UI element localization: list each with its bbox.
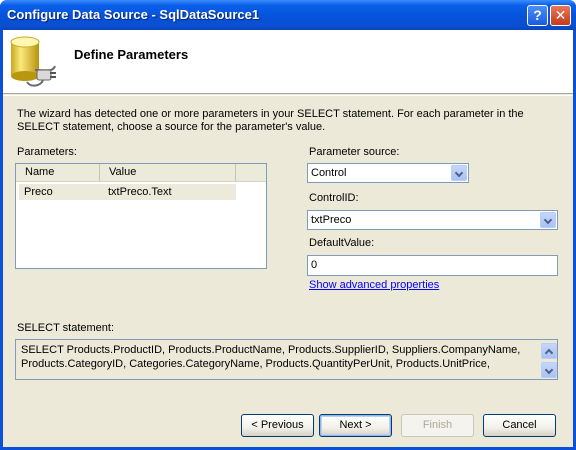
parameters-list[interactable]: Name Value Preco txtPreco.Text bbox=[15, 163, 267, 269]
finish-button[interactable]: Finish bbox=[401, 414, 474, 437]
dialog-body: Define Parameters The wizard has detecte… bbox=[3, 30, 573, 447]
cancel-button[interactable]: Cancel bbox=[483, 414, 556, 437]
window-title: Configure Data Source - SqlDataSource1 bbox=[7, 7, 260, 22]
select-statement-label: SELECT statement: bbox=[17, 322, 115, 334]
control-id-label: ControlID: bbox=[309, 192, 359, 204]
scroll-down-icon[interactable] bbox=[541, 362, 557, 378]
list-item[interactable]: Preco txtPreco.Text bbox=[19, 184, 236, 200]
wizard-header: Define Parameters bbox=[3, 30, 573, 94]
previous-button[interactable]: < Previous bbox=[241, 414, 314, 437]
parameters-list-header: Name Value bbox=[16, 164, 266, 182]
chevron-down-icon[interactable] bbox=[451, 165, 467, 181]
select-statement-text: SELECT Products.ProductID, Products.Prod… bbox=[21, 344, 521, 370]
database-plug-icon bbox=[7, 34, 65, 90]
scroll-up-icon[interactable] bbox=[541, 343, 557, 359]
close-button[interactable]: ✕ bbox=[550, 5, 571, 26]
parameters-label: Parameters: bbox=[17, 146, 77, 158]
select-statement-box[interactable]: SELECT Products.ProductID, Products.Prod… bbox=[15, 339, 558, 380]
default-value-text: 0 bbox=[311, 259, 318, 271]
parameter-name: Preco bbox=[24, 186, 53, 198]
parameter-value: txtPreco.Text bbox=[108, 186, 172, 198]
next-button[interactable]: Next > bbox=[319, 414, 392, 437]
default-value-label: DefaultValue: bbox=[309, 237, 375, 249]
chevron-down-icon[interactable] bbox=[540, 212, 556, 228]
header-divider bbox=[3, 95, 573, 96]
parameter-source-dropdown[interactable]: Control bbox=[307, 163, 469, 183]
column-header-name[interactable]: Name bbox=[16, 164, 100, 181]
parameter-source-label: Parameter source: bbox=[309, 146, 400, 158]
control-id-dropdown[interactable]: txtPreco bbox=[307, 210, 558, 230]
control-id-value: txtPreco bbox=[311, 214, 352, 226]
title-bar[interactable]: Configure Data Source - SqlDataSource1 ?… bbox=[0, 0, 576, 30]
default-value-input[interactable]: 0 bbox=[307, 255, 558, 276]
help-button[interactable]: ? bbox=[527, 5, 548, 26]
column-header-value[interactable]: Value bbox=[100, 164, 236, 181]
show-advanced-properties-link[interactable]: Show advanced properties bbox=[309, 279, 439, 291]
dialog-window: Configure Data Source - SqlDataSource1 ?… bbox=[0, 0, 576, 450]
wizard-description: The wizard has detected one or more para… bbox=[17, 108, 524, 133]
parameter-source-value: Control bbox=[311, 167, 347, 179]
page-title: Define Parameters bbox=[74, 47, 189, 62]
